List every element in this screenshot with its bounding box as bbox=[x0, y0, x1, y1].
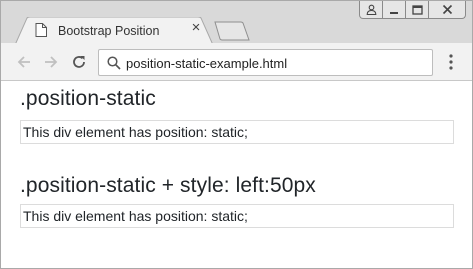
maximize-icon[interactable] bbox=[405, 1, 429, 19]
address-bar[interactable]: position-static-example.html bbox=[98, 49, 433, 76]
user-icon[interactable] bbox=[359, 1, 383, 19]
static-left-demo-text: This div element has position: static; bbox=[23, 208, 248, 224]
browser-window: Bootstrap Position × position-static-exa… bbox=[0, 0, 473, 269]
reload-icon[interactable] bbox=[69, 52, 89, 72]
static-demo-text: This div element has position: static; bbox=[23, 124, 248, 140]
close-icon[interactable] bbox=[428, 1, 466, 19]
forward-arrow-icon[interactable] bbox=[41, 52, 61, 72]
page-icon bbox=[35, 23, 47, 37]
page-content: .position-static This div element has po… bbox=[1, 82, 472, 268]
window-controls bbox=[359, 1, 466, 19]
static-left-demo-box: This div element has position: static; bbox=[20, 204, 454, 228]
back-arrow-icon[interactable] bbox=[14, 52, 34, 72]
new-tab-button[interactable] bbox=[214, 21, 250, 41]
search-icon bbox=[107, 56, 121, 70]
heading-position-static-left: .position-static + style: left:50px bbox=[20, 174, 316, 197]
heading-position-static: .position-static bbox=[20, 87, 156, 110]
static-demo-box: This div element has position: static; bbox=[20, 120, 454, 144]
browser-toolbar: position-static-example.html bbox=[1, 43, 472, 81]
more-menu-icon[interactable] bbox=[445, 53, 457, 71]
minimize-icon[interactable] bbox=[382, 1, 406, 19]
tab-strip: Bootstrap Position × bbox=[1, 1, 472, 47]
url-text[interactable]: position-static-example.html bbox=[126, 56, 287, 71]
tab-title: Bootstrap Position bbox=[58, 24, 160, 38]
tab-close-icon[interactable]: × bbox=[189, 20, 203, 36]
